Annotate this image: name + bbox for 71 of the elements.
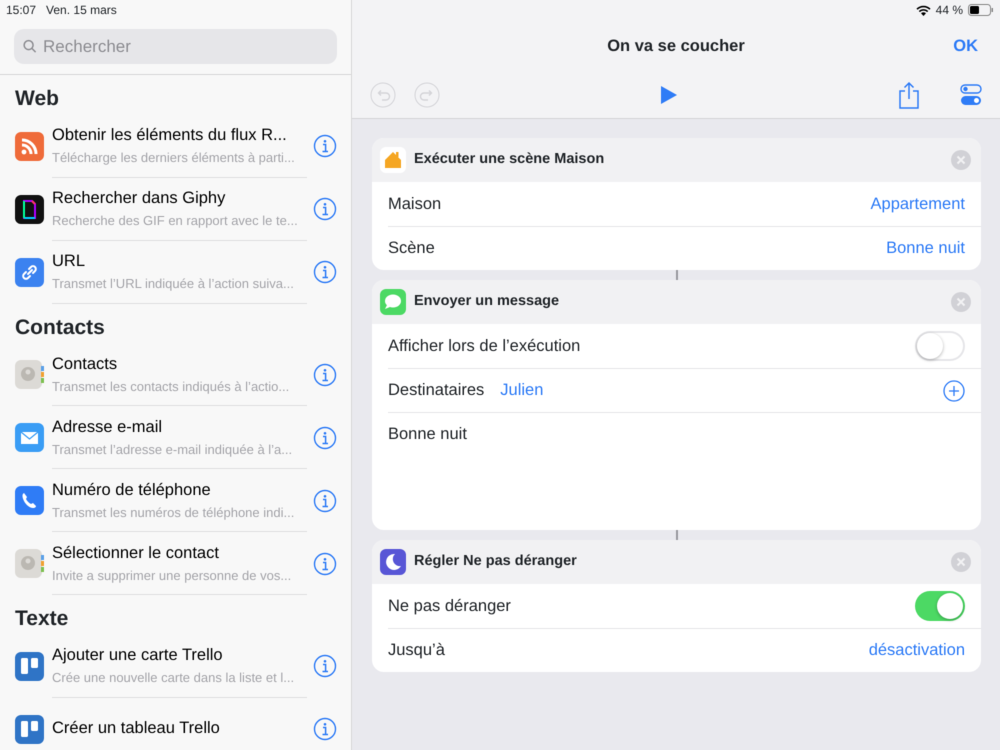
field-label: Maison — [388, 194, 442, 215]
info-icon[interactable] — [313, 488, 337, 512]
field-label: Ne pas déranger — [388, 596, 512, 617]
toggle-switch[interactable] — [915, 331, 965, 361]
field-label: Jusqu’à — [388, 640, 445, 662]
action-title[interactable]: Adresse e-mail — [52, 414, 303, 440]
search-input[interactable]: Rechercher — [43, 34, 328, 60]
action-title[interactable]: Numéro de téléphone — [52, 478, 303, 503]
action-description: Invite a supprimer une personne de vos... — [52, 566, 292, 585]
action-description: Télécharge les derniers éléments à parti... — [52, 149, 296, 168]
action-description: Transmet l’URL indiquée à l’action suiva... — [52, 275, 295, 294]
search-icon — [23, 39, 38, 54]
giphy-icon — [15, 194, 44, 224]
field-value[interactable]: désactivation — [868, 638, 965, 663]
settings-icon[interactable] — [960, 83, 982, 107]
info-icon[interactable] — [313, 426, 337, 450]
section-heading: Texte — [14, 606, 70, 632]
action-card-title: Envoyer un message — [414, 292, 560, 312]
battery-percentage: 44 % — [936, 2, 963, 19]
done-button[interactable]: OK — [953, 34, 978, 59]
contacts-book-icon — [15, 360, 44, 389]
section-heading: Web — [14, 86, 60, 112]
info-icon[interactable] — [313, 134, 337, 158]
action-description: Recherche des GIF en rapport avec le te... — [52, 212, 299, 230]
field-label: Afficher lors de l’exécution — [388, 336, 582, 357]
action-description: Transmet les contacts indiqués à l’actio... — [52, 378, 290, 396]
field-value[interactable]: Bonne nuit — [886, 236, 965, 261]
rss-icon — [15, 132, 44, 160]
wifi-icon — [916, 4, 931, 16]
action-description: Transmet l’adresse e-mail indiquée à l’a... — [52, 440, 294, 459]
field-label: Scène — [388, 238, 435, 260]
trello-icon — [15, 652, 44, 680]
trello-icon — [15, 714, 44, 744]
action-description: Crée une nouvelle carte dans la liste et l... — [52, 669, 296, 688]
action-title[interactable]: Rechercher dans Giphy — [52, 186, 303, 212]
house-icon — [380, 147, 406, 173]
action-title[interactable]: Ajouter une carte Trello — [52, 643, 303, 668]
info-icon[interactable] — [313, 260, 337, 284]
action-card-title: Régler Ne pas déranger — [414, 552, 578, 572]
phone-icon — [15, 486, 44, 515]
contacts-book-icon — [15, 549, 44, 578]
action-title[interactable]: Obtenir les éléments du flux R... — [52, 123, 303, 148]
section-heading: Contacts — [14, 314, 106, 340]
share-icon[interactable] — [898, 81, 920, 109]
action-card-title: Exécuter une scène Maison — [414, 150, 606, 170]
info-icon[interactable] — [313, 717, 337, 741]
field-value[interactable]: Appartement — [870, 192, 965, 216]
add-icon[interactable] — [943, 380, 965, 402]
envelope-icon — [15, 423, 44, 452]
battery-icon — [968, 4, 994, 16]
speech-bubble-icon — [380, 289, 406, 315]
info-icon[interactable] — [313, 654, 337, 678]
recipient-token[interactable]: Julien — [500, 378, 544, 403]
action-title[interactable]: URL — [52, 249, 303, 274]
status-time: 15:07 — [6, 2, 36, 19]
action-title[interactable]: Contacts — [52, 352, 303, 377]
action-title[interactable]: Sélectionner le contact — [52, 540, 303, 566]
message-text[interactable]: Bonne nuit — [388, 422, 467, 447]
field-label: Destinataires — [388, 380, 484, 402]
action-title[interactable]: Créer un tableau Trello — [52, 716, 303, 741]
moon-icon — [380, 549, 406, 575]
link-icon — [15, 258, 44, 286]
info-icon[interactable] — [313, 362, 337, 386]
status-date: Ven. 15 mars — [46, 2, 117, 19]
info-icon[interactable] — [313, 197, 337, 221]
play-icon[interactable] — [660, 85, 678, 105]
info-icon[interactable] — [313, 552, 337, 576]
shortcut-title: On va se coucher — [607, 36, 745, 57]
toggle-switch[interactable] — [915, 591, 965, 621]
action-description: Transmet les numéros de téléphone indi... — [52, 504, 296, 522]
search-field[interactable]: Rechercher — [14, 29, 337, 64]
